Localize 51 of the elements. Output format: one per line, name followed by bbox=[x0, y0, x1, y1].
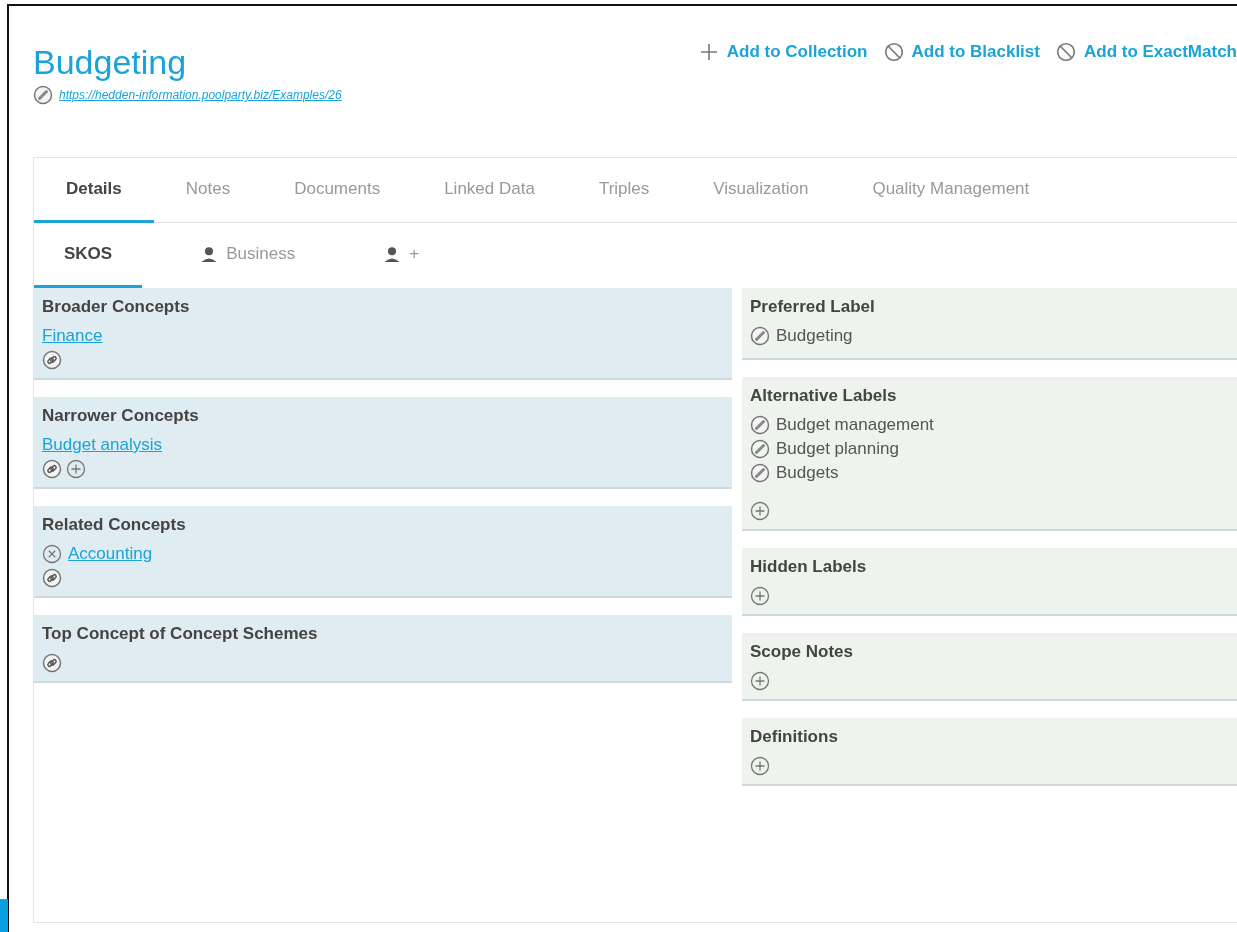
plus-icon bbox=[698, 42, 719, 62]
label-value: Budget planning bbox=[776, 439, 899, 459]
add-icon[interactable] bbox=[66, 459, 86, 479]
section-title: Narrower Concepts bbox=[42, 406, 200, 426]
label-value: Budget management bbox=[776, 415, 934, 435]
person-icon bbox=[383, 245, 402, 263]
tab[interactable]: Details bbox=[34, 158, 154, 223]
edit-icon[interactable] bbox=[750, 326, 770, 346]
sub-tab[interactable]: Business bbox=[170, 223, 326, 288]
add-icon[interactable] bbox=[750, 586, 770, 606]
tab[interactable]: Visualization bbox=[681, 158, 841, 223]
concept-title: Budgeting bbox=[33, 42, 188, 82]
label-value: Budgets bbox=[776, 463, 839, 483]
section-title: Alternative Labels bbox=[750, 386, 898, 406]
action-link[interactable]: Add to Collection bbox=[698, 42, 868, 62]
block-icon bbox=[883, 42, 904, 62]
section-title: Scope Notes bbox=[750, 642, 854, 662]
tab[interactable]: Linked Data bbox=[412, 158, 567, 223]
add-icon[interactable] bbox=[750, 671, 770, 691]
edit-icon[interactable] bbox=[33, 85, 53, 105]
tab[interactable]: Triples bbox=[566, 158, 682, 223]
sub-tab[interactable]: + bbox=[353, 223, 450, 288]
label-value: Budgeting bbox=[776, 326, 853, 346]
add-icon[interactable] bbox=[750, 501, 770, 521]
section-title: Related Concepts bbox=[42, 515, 187, 535]
section-title: Definitions bbox=[750, 727, 839, 747]
link-icon[interactable] bbox=[42, 653, 62, 673]
action-link[interactable]: Add to ExactMatch bbox=[1055, 42, 1237, 62]
edit-icon[interactable] bbox=[750, 439, 770, 459]
link-icon[interactable] bbox=[42, 350, 62, 370]
concept-uri-link[interactable]: https://hedden-information.poolparty.biz/Examples/26 bbox=[59, 88, 342, 102]
concept-link[interactable]: Accounting bbox=[68, 544, 153, 564]
tab[interactable]: Quality Management bbox=[840, 158, 1062, 223]
action-link[interactable]: Add to Blacklist bbox=[883, 42, 1040, 62]
concept-link[interactable]: Finance bbox=[42, 326, 103, 346]
section-title: Preferred Label bbox=[750, 297, 876, 317]
block-icon bbox=[1055, 42, 1076, 62]
section-title: Top Concept of Concept Schemes bbox=[42, 624, 319, 644]
link-icon[interactable] bbox=[42, 459, 62, 479]
link-icon[interactable] bbox=[42, 568, 62, 588]
remove-icon[interactable] bbox=[42, 544, 62, 564]
edge-marker bbox=[0, 899, 8, 932]
section-title: Broader Concepts bbox=[42, 297, 191, 317]
section-title: Hidden Labels bbox=[750, 557, 868, 577]
add-icon[interactable] bbox=[750, 756, 770, 776]
tab[interactable]: Notes bbox=[153, 158, 263, 223]
tab[interactable]: Documents bbox=[262, 158, 413, 223]
person-icon bbox=[200, 245, 219, 263]
concept-link[interactable]: Budget analysis bbox=[42, 435, 163, 455]
edit-icon[interactable] bbox=[750, 415, 770, 435]
edit-icon[interactable] bbox=[750, 463, 770, 483]
